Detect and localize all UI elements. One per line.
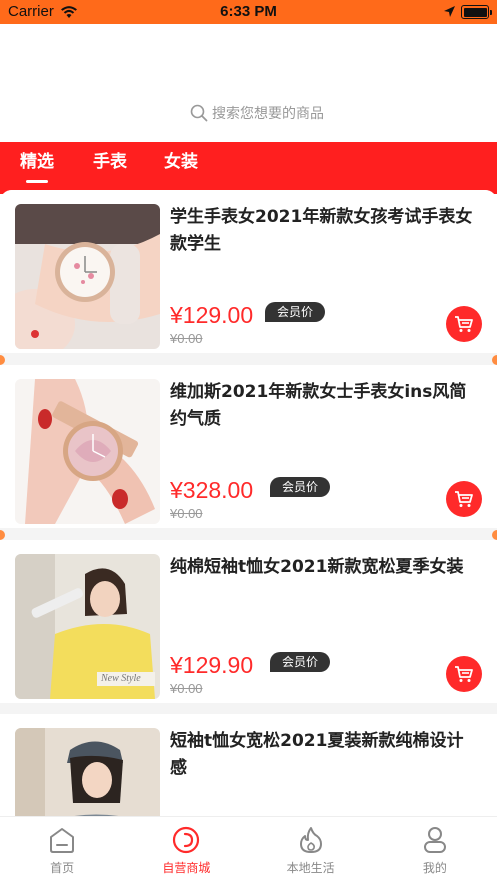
cart-icon xyxy=(455,491,473,507)
divider xyxy=(0,528,497,540)
mall-icon xyxy=(173,826,200,854)
user-icon xyxy=(423,827,446,853)
product-image[interactable]: New Style xyxy=(15,554,160,699)
original-price: ¥0.00 xyxy=(170,681,203,696)
nav-local-life[interactable]: 本地生活 xyxy=(249,817,373,883)
status-bar: Carrier 6:33 PM xyxy=(0,0,497,24)
nav-home[interactable]: 首页 xyxy=(0,817,124,883)
product-title[interactable]: 维加斯2021年新款女士手表女ins风简约气质 xyxy=(170,379,480,433)
product-card[interactable]: 短袖t恤女宽松2021夏装新款纯棉设计感 xyxy=(0,714,497,816)
nav-label: 自营商城 xyxy=(162,861,211,875)
home-icon xyxy=(50,828,75,853)
product-title[interactable]: 纯棉短袖t恤女2021新款宽松夏季女装 xyxy=(170,554,480,581)
tab-featured[interactable]: 精选 xyxy=(20,142,54,186)
tab-womens-clothing[interactable]: 女装 xyxy=(164,142,198,186)
active-tab-indicator xyxy=(26,180,48,183)
product-price: ¥129.00 xyxy=(170,302,254,328)
member-price-tag: 会员价 xyxy=(270,652,331,672)
cart-icon xyxy=(455,316,473,332)
divider xyxy=(0,353,497,365)
search-placeholder: 搜索您想要的商品 xyxy=(212,106,324,122)
battery-icon xyxy=(461,5,492,19)
product-image[interactable] xyxy=(15,379,160,524)
product-card[interactable]: 维加斯2021年新款女士手表女ins风简约气质 ¥328.00 会员价 ¥0.0… xyxy=(0,365,497,528)
product-list: 学生手表女2021年新款女孩考试手表女款学生 ¥129.00 会员价 ¥0.00 xyxy=(0,190,497,816)
member-price-tag: 会员价 xyxy=(270,477,331,497)
nav-profile[interactable]: 我的 xyxy=(373,817,497,883)
search-box[interactable]: 搜索您想要的商品 xyxy=(190,102,324,124)
add-to-cart-button[interactable] xyxy=(446,481,482,517)
flame-icon xyxy=(299,827,322,853)
nav-mall[interactable]: 自营商城 xyxy=(124,817,248,883)
tab-label: 精选 xyxy=(20,152,54,172)
product-image[interactable] xyxy=(15,728,160,816)
status-time: 6:33 PM xyxy=(220,3,277,20)
search-icon xyxy=(190,104,208,122)
original-price: ¥0.00 xyxy=(170,331,203,346)
divider-dot xyxy=(492,530,497,540)
image-caption: New Style xyxy=(101,673,141,684)
nav-label: 我的 xyxy=(422,861,447,875)
add-to-cart-button[interactable] xyxy=(446,656,482,692)
cart-icon xyxy=(455,666,473,682)
member-price-tag: 会员价 xyxy=(265,302,326,322)
product-card[interactable]: 学生手表女2021年新款女孩考试手表女款学生 ¥129.00 会员价 ¥0.00 xyxy=(0,190,497,353)
product-price: ¥328.00 xyxy=(170,477,254,503)
nav-label: 首页 xyxy=(50,861,75,875)
bottom-nav: 首页 自营商城 本地生活 我的 xyxy=(0,816,497,883)
product-title[interactable]: 短袖t恤女宽松2021夏装新款纯棉设计感 xyxy=(170,728,480,782)
product-title[interactable]: 学生手表女2021年新款女孩考试手表女款学生 xyxy=(170,204,480,258)
add-to-cart-button[interactable] xyxy=(446,306,482,342)
product-price: ¥129.90 xyxy=(170,652,254,678)
divider-dot xyxy=(492,355,497,365)
tab-label: 女装 xyxy=(164,152,198,172)
tab-label: 手表 xyxy=(93,152,127,172)
category-tabs: 精选 手表 女装 xyxy=(0,142,497,194)
product-image[interactable] xyxy=(15,204,160,349)
product-card[interactable]: New Style 纯棉短袖t恤女2021新款宽松夏季女装 ¥129.90 会员… xyxy=(0,540,497,703)
location-arrow-icon xyxy=(444,6,455,17)
tab-watches[interactable]: 手表 xyxy=(93,142,127,186)
original-price: ¥0.00 xyxy=(170,506,203,521)
search-header: 搜索您想要的商品 xyxy=(0,24,497,142)
nav-label: 本地生活 xyxy=(286,861,335,875)
